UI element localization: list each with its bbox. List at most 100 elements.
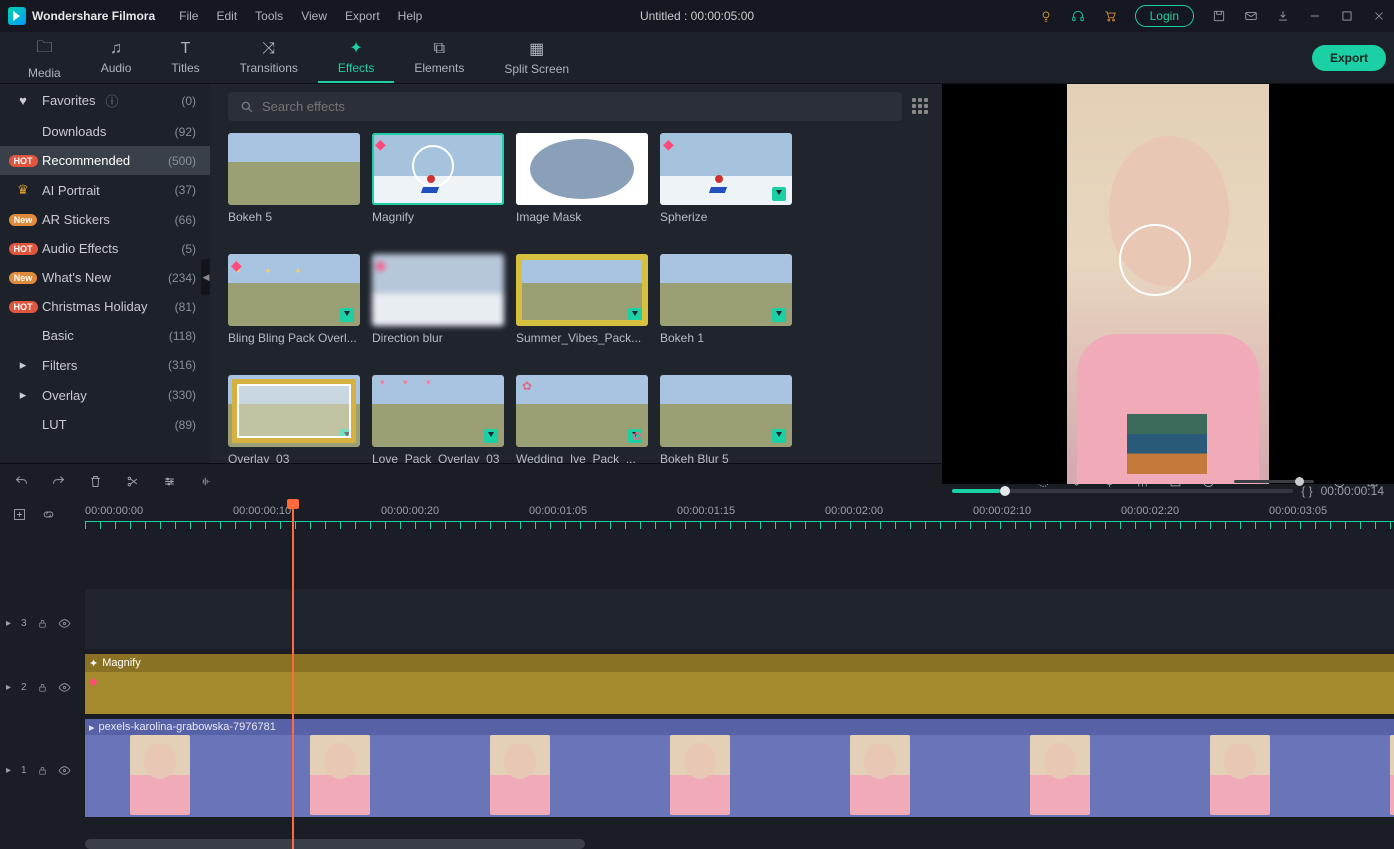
eye-icon[interactable] [58,681,71,694]
settings-icon[interactable] [162,474,177,489]
playhead[interactable] [292,499,294,849]
sidebar-item-lut[interactable]: LUT(89) [0,410,210,439]
tab-titles[interactable]: TTitles [151,32,219,83]
effect-bokeh-1[interactable]: Bokeh 1 [660,254,792,345]
effect-thumbnail[interactable] [516,133,648,205]
effect-magnify[interactable]: ◆Magnify [372,133,504,224]
effect-love-pack-overlay-03[interactable]: Love_Pack_Overlay_03 [372,375,504,463]
close-icon[interactable] [1372,9,1386,23]
sidebar-item-favorites[interactable]: ♥Favoritesⓘ(0) [0,84,210,117]
zoom-slider[interactable] [1234,480,1314,483]
sidebar-item-basic[interactable]: Basic(118) [0,321,210,350]
redo-icon[interactable] [51,474,66,489]
sidebar-item-overlay[interactable]: ▸Overlay(330) [0,380,210,410]
menu-edit[interactable]: Edit [216,9,237,23]
download-arrow-icon[interactable] [772,187,786,201]
track3-play-icon[interactable]: ▸ [6,618,11,629]
link-icon[interactable] [41,507,56,522]
sidebar-item-downloads[interactable]: Downloads(92) [0,117,210,146]
effect-thumbnail[interactable]: ◆ [372,254,504,326]
track1-play-icon[interactable]: ▸ [6,765,11,776]
video-clip[interactable]: ▸pexels-karolina-grabowska-7976781 [85,719,1394,817]
cart-icon[interactable] [1103,9,1117,23]
download-arrow-icon[interactable] [340,308,354,322]
effect-thumbnail[interactable] [372,375,504,447]
menu-help[interactable]: Help [398,9,423,23]
search-input[interactable] [262,99,890,114]
audio-wave-icon[interactable] [199,474,214,489]
menu-view[interactable]: View [301,9,327,23]
effect-bokeh-5[interactable]: Bokeh 5 [228,133,360,224]
sidebar-item-ar-stickers[interactable]: NewAR Stickers(66) [0,205,210,234]
maximize-icon[interactable] [1340,9,1354,23]
tab-effects[interactable]: ✦Effects [318,32,394,83]
auto-ripple-icon[interactable] [12,507,27,522]
effect-thumbnail[interactable] [228,375,360,447]
sidebar-item-ai-portrait[interactable]: ♛AI Portrait(37) [0,175,210,205]
tab-elements[interactable]: ⧉Elements [394,32,484,83]
lock-icon[interactable] [37,618,48,629]
lock-icon[interactable] [37,765,48,776]
sidebar-item-recommended[interactable]: HOTRecommended(500) [0,146,210,175]
effect-image-mask[interactable]: Image Mask [516,133,648,224]
track-2[interactable]: ✦Magnify ◆ [85,654,1394,714]
timeline-scrollbar[interactable] [85,839,585,849]
export-button[interactable]: Export [1312,45,1386,71]
track-3[interactable] [85,589,1394,649]
save-icon[interactable] [1212,9,1226,23]
eye-icon[interactable] [58,764,71,777]
effect-overlay-03[interactable]: Overlay_03 [228,375,360,463]
timeline-ruler[interactable]: 00:00:00:0000:00:00:1000:00:00:2000:00:0… [85,499,1394,529]
grid-view-toggle[interactable] [912,98,930,116]
effect-thumbnail[interactable] [228,133,360,205]
info-icon[interactable]: ⓘ [105,91,118,110]
effect-thumbnail[interactable]: ◆ [660,133,792,205]
minimize-icon[interactable] [1308,9,1322,23]
headphones-icon[interactable] [1071,9,1085,23]
effect-thumbnail[interactable] [660,375,792,447]
effect-thumbnail[interactable] [660,254,792,326]
sidebar-item-what-s-new[interactable]: NewWhat's New(234) [0,263,210,292]
download-arrow-icon[interactable] [484,429,498,443]
split-icon[interactable] [125,474,140,489]
tab-media[interactable]: 🗀Media [8,32,81,83]
download-arrow-icon[interactable] [340,429,354,443]
sidebar-item-audio-effects[interactable]: HOTAudio Effects(5) [0,234,210,263]
download-arrow-icon[interactable] [628,429,642,443]
bulb-icon[interactable] [1039,9,1053,23]
search-effects[interactable] [228,92,902,121]
preview-canvas[interactable] [942,84,1394,484]
menu-file[interactable]: File [179,9,198,23]
tab-audio[interactable]: ♫Audio [81,32,152,83]
sidebar-collapse-toggle[interactable]: ◀ [201,259,210,295]
effect-bling-bling-pack-overl-[interactable]: ◆Bling Bling Pack Overl... [228,254,360,345]
download-arrow-icon[interactable] [772,308,786,322]
track2-play-icon[interactable]: ▸ [6,682,11,693]
download-arrow-icon[interactable] [628,308,642,322]
download-arrow-icon[interactable] [772,429,786,443]
preview-scrubber[interactable] [952,489,1293,493]
effect-thumbnail[interactable]: ◆ [372,133,504,205]
delete-icon[interactable] [88,474,103,489]
sidebar-item-christmas-holiday[interactable]: HOTChristmas Holiday(81) [0,292,210,321]
mail-icon[interactable] [1244,9,1258,23]
tab-splitscreen[interactable]: ▦Split Screen [484,32,589,83]
menu-tools[interactable]: Tools [255,9,283,23]
download-icon[interactable] [1276,9,1290,23]
sidebar-item-filters[interactable]: ▸Filters(316) [0,350,210,380]
effect-spherize[interactable]: ◆Spherize [660,133,792,224]
effect-thumbnail[interactable] [516,375,648,447]
undo-icon[interactable] [14,474,29,489]
tab-transitions[interactable]: ⤨Transitions [220,32,318,83]
eye-icon[interactable] [58,617,71,630]
menu-export[interactable]: Export [345,9,380,23]
effect-summer-vibes-pack-[interactable]: Summer_Vibes_Pack... [516,254,648,345]
track-1[interactable]: ▸pexels-karolina-grabowska-7976781 [85,719,1394,817]
effect-thumbnail[interactable]: ◆ [228,254,360,326]
lock-icon[interactable] [37,682,48,693]
effect-thumbnail[interactable] [516,254,648,326]
effect-clip-magnify[interactable]: ✦Magnify ◆ [85,654,1394,714]
effect-wedding-ive-pack-[interactable]: Wedding_Ive_Pack_... [516,375,648,463]
login-button[interactable]: Login [1135,5,1194,27]
effect-direction-blur[interactable]: ◆Direction blur [372,254,504,345]
